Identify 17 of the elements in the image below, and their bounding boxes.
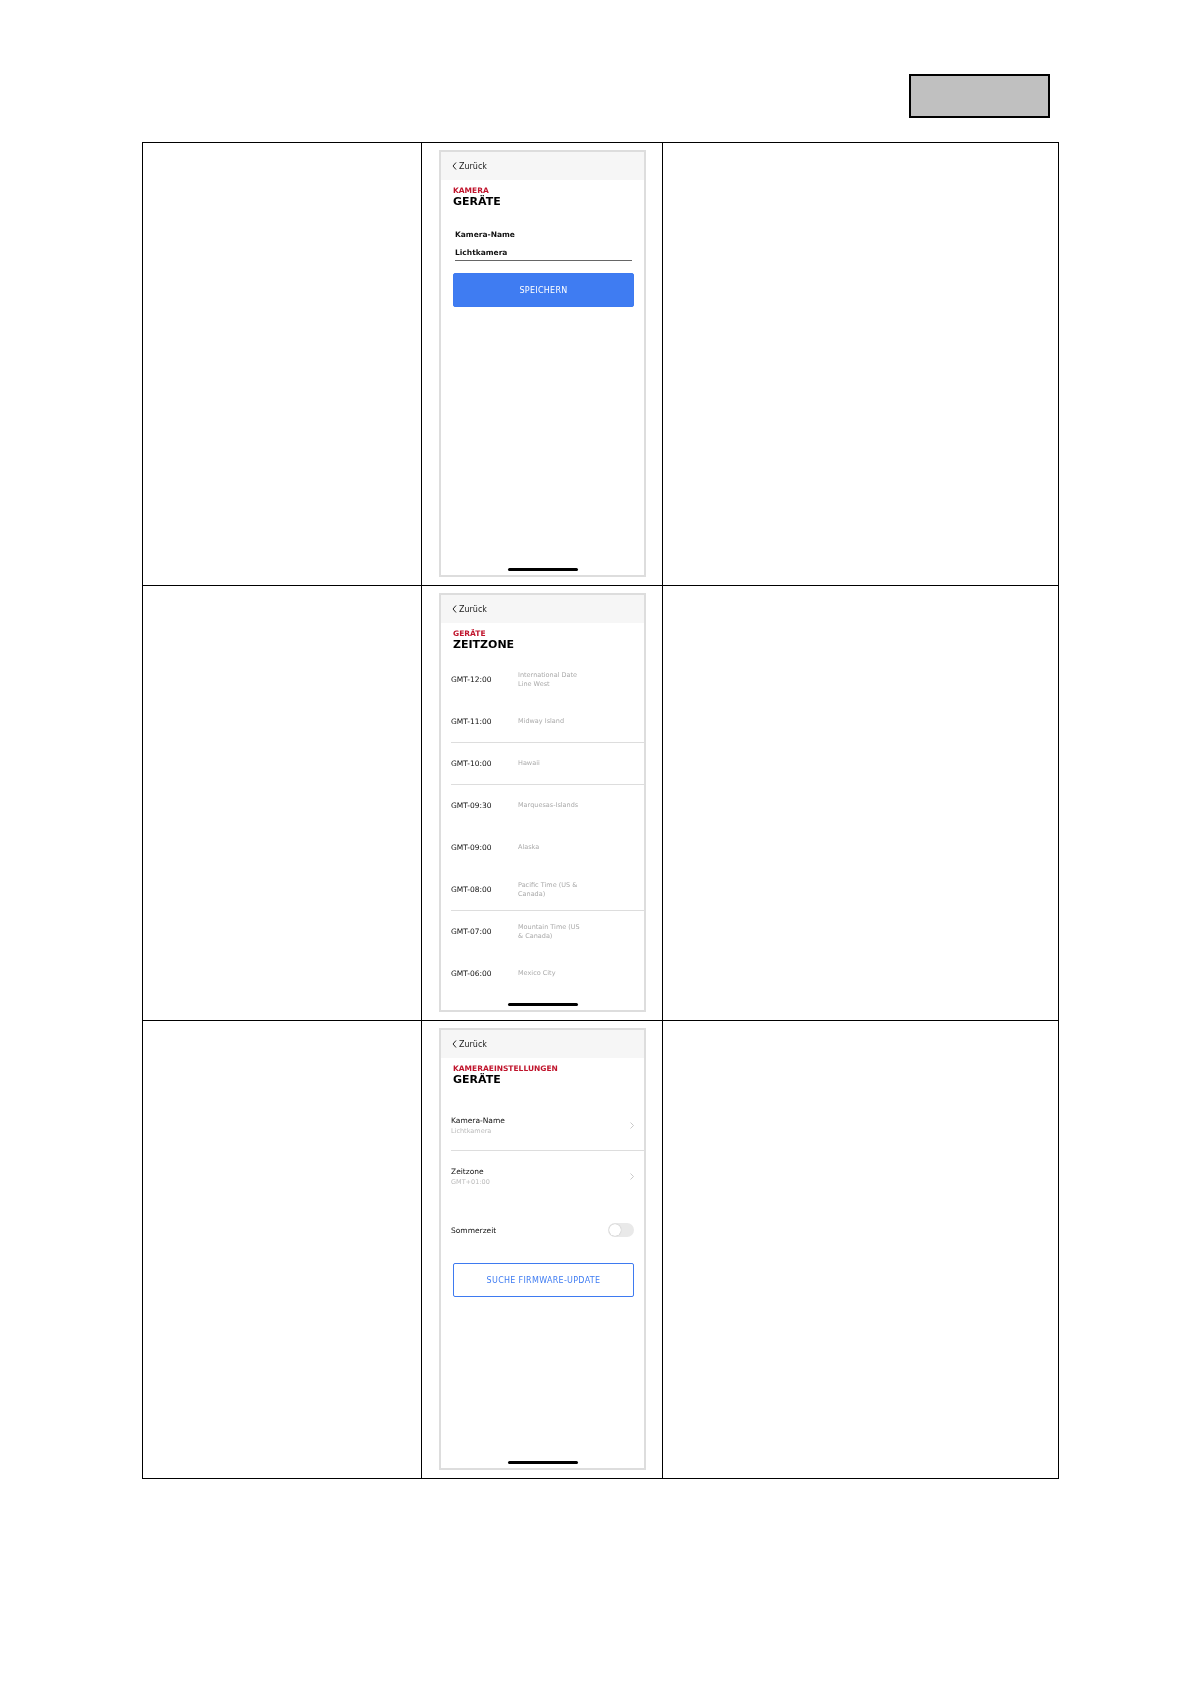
back-icon [452,162,457,170]
home-indicator [507,568,578,571]
back-link[interactable]: Zurück [459,161,487,171]
firmware-update-button[interactable]: SUCHE FIRMWARE-UPDATE [453,1263,634,1297]
back-link[interactable]: Zurück [459,1039,487,1049]
back-link[interactable]: Zurück [459,604,487,614]
home-indicator [507,1461,578,1464]
chevron-right-icon [630,1172,634,1180]
back-icon [452,1040,457,1048]
screen-title: ZEITZONE [453,638,516,651]
save-button[interactable]: SPEICHERN [453,273,634,307]
chevron-right-icon [630,1121,634,1129]
back-icon [452,605,457,613]
home-indicator [507,1003,578,1006]
toggle-switch[interactable] [608,1223,634,1237]
screen-title: GERÄTE [453,195,502,208]
screen-title: GERÄTE [453,1073,502,1086]
